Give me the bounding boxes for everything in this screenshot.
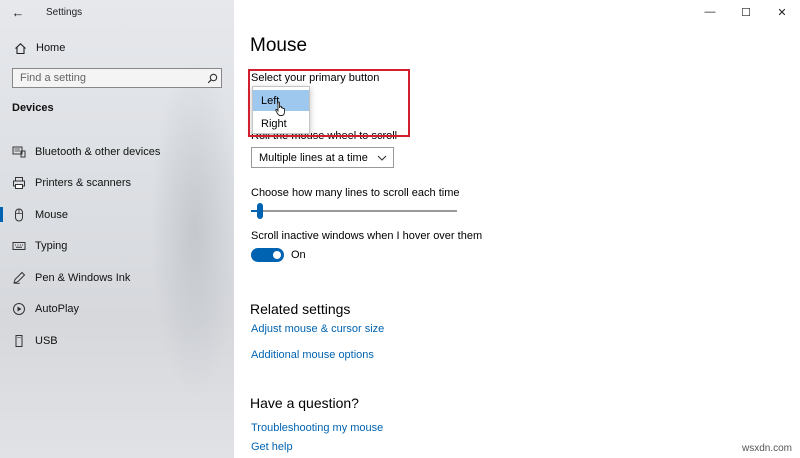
title-bar: ← Settings (0, 0, 234, 24)
toggle-knob (273, 251, 281, 259)
slider-track (251, 210, 457, 212)
minimize-icon: — (704, 6, 716, 18)
bluetooth-devices-icon (12, 145, 26, 159)
sidebar-item-autoplay[interactable]: AutoPlay (0, 294, 234, 326)
main-content: — ☐ ✕ Mouse Select your primary button R… (234, 0, 800, 458)
sidebar-item-label: Printers & scanners (35, 177, 131, 190)
keyboard-icon (12, 239, 26, 253)
minimize-button[interactable]: — (692, 0, 728, 24)
sidebar-nav: Bluetooth & other devices Printers & sca… (0, 136, 234, 357)
additional-mouse-options-link[interactable]: Additional mouse options (251, 349, 374, 361)
highlight-outline (248, 69, 410, 137)
scroll-lines-label: Choose how many lines to scroll each tim… (251, 187, 460, 199)
back-button[interactable]: ← (0, 0, 36, 24)
home-icon (12, 40, 28, 56)
search-box[interactable] (12, 68, 222, 88)
wheel-scroll-dropdown[interactable]: Multiple lines at a time (251, 147, 394, 168)
sidebar-item-label: Bluetooth & other devices (35, 145, 161, 158)
question-heading: Have a question? (250, 395, 359, 411)
sidebar-item-label: AutoPlay (35, 303, 80, 316)
troubleshooting-link[interactable]: Troubleshooting my mouse (251, 422, 383, 434)
maximize-button[interactable]: ☐ (728, 0, 764, 24)
sidebar: ← Settings Home Devices Bluetooth & othe… (0, 0, 240, 458)
chevron-down-icon (377, 153, 387, 163)
usb-icon (12, 334, 26, 348)
watermark: wsxdn.com (741, 443, 792, 454)
page-title: Mouse (250, 35, 308, 56)
sidebar-item-label: Mouse (35, 208, 69, 221)
sidebar-item-pen[interactable]: Pen & Windows Ink (0, 262, 234, 294)
maximize-icon: ☐ (741, 6, 751, 19)
sidebar-item-label: Pen & Windows Ink (35, 271, 131, 284)
dropdown-value: Multiple lines at a time (259, 151, 368, 164)
toggle-state-label: On (291, 249, 306, 261)
inactive-scroll-label: Scroll inactive windows when I hover ove… (251, 230, 483, 242)
sidebar-item-label: Typing (35, 240, 68, 253)
sidebar-item-usb[interactable]: USB (0, 325, 234, 357)
close-button[interactable]: ✕ (764, 0, 800, 24)
search-input[interactable] (13, 72, 203, 84)
search-icon[interactable] (203, 69, 221, 87)
scroll-lines-slider[interactable] (251, 203, 457, 219)
home-nav-item[interactable]: Home (12, 38, 65, 58)
close-icon: ✕ (777, 6, 787, 19)
app-title: Settings (46, 6, 83, 18)
adjust-cursor-size-link[interactable]: Adjust mouse & cursor size (251, 323, 384, 335)
home-label: Home (36, 42, 66, 54)
get-help-link[interactable]: Get help (251, 441, 293, 453)
sidebar-item-label: USB (35, 334, 58, 347)
sidebar-item-printers[interactable]: Printers & scanners (0, 168, 234, 200)
window-controls: — ☐ ✕ (692, 0, 800, 24)
sidebar-item-typing[interactable]: Typing (0, 231, 234, 263)
pen-icon (12, 271, 26, 285)
mouse-icon (12, 208, 26, 222)
autoplay-icon (12, 302, 26, 316)
inactive-scroll-toggle[interactable] (251, 248, 284, 262)
back-arrow-icon: ← (11, 4, 25, 20)
slider-thumb[interactable] (257, 203, 263, 219)
sidebar-item-bluetooth[interactable]: Bluetooth & other devices (0, 136, 234, 168)
printer-icon (12, 176, 26, 190)
sidebar-item-mouse[interactable]: Mouse (0, 199, 234, 231)
related-settings-heading: Related settings (250, 301, 351, 317)
section-label: Devices (12, 102, 54, 114)
